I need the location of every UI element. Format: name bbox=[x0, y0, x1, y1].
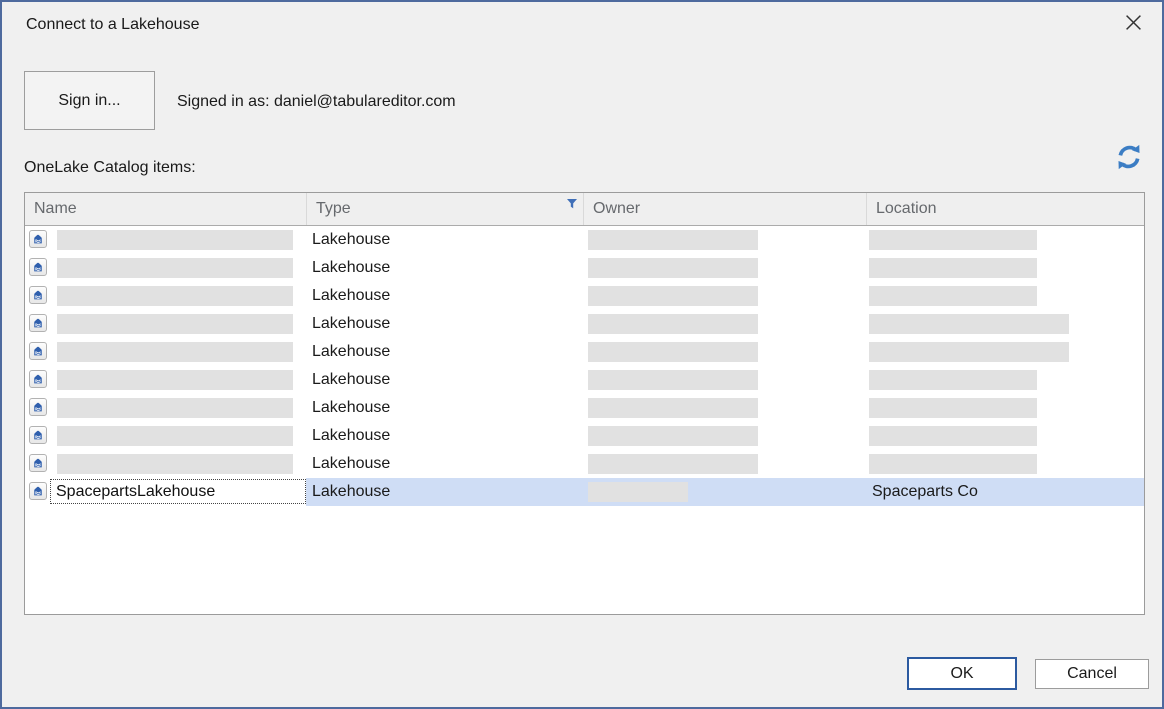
type-cell-text: Lakehouse bbox=[312, 226, 390, 254]
type-cell-text: Lakehouse bbox=[312, 310, 390, 338]
column-header-owner[interactable]: Owner bbox=[583, 193, 866, 225]
table-row[interactable]: Lakehouse bbox=[25, 226, 1144, 254]
column-header-type[interactable]: Type bbox=[306, 193, 583, 225]
redacted-location-bar bbox=[869, 398, 1037, 418]
redacted-owner-bar bbox=[588, 314, 758, 334]
connect-lakehouse-dialog: Connect to a Lakehouse Sign in... Signed… bbox=[0, 0, 1164, 709]
redacted-location-bar bbox=[869, 342, 1069, 362]
catalog-items-label: OneLake Catalog items: bbox=[24, 159, 196, 177]
redacted-owner-bar bbox=[588, 286, 758, 306]
ok-button[interactable]: OK bbox=[907, 657, 1017, 690]
type-cell-text: Lakehouse bbox=[312, 450, 390, 478]
refresh-icon bbox=[1115, 143, 1143, 176]
lakehouse-icon bbox=[29, 314, 47, 332]
sign-in-label: Sign in... bbox=[58, 92, 120, 110]
signed-in-status: Signed in as: daniel@tabulareditor.com bbox=[177, 93, 456, 111]
selected-name-cell[interactable]: SpacepartsLakehouse bbox=[50, 479, 306, 504]
redacted-location-bar bbox=[869, 286, 1037, 306]
redacted-location-bar bbox=[869, 258, 1037, 278]
table-row[interactable]: Lakehouse bbox=[25, 366, 1144, 394]
redacted-owner-bar bbox=[588, 342, 758, 362]
type-cell-text: Lakehouse bbox=[312, 254, 390, 282]
close-icon bbox=[1125, 14, 1142, 36]
table-row[interactable]: Lakehouse bbox=[25, 282, 1144, 310]
redacted-name-bar bbox=[57, 370, 293, 390]
redacted-name-bar bbox=[57, 286, 293, 306]
location-cell-text: Spaceparts Co bbox=[872, 478, 978, 506]
type-cell-text: Lakehouse bbox=[312, 366, 390, 394]
lakehouse-icon bbox=[29, 426, 47, 444]
redacted-name-bar bbox=[57, 454, 293, 474]
type-cell-text: Lakehouse bbox=[312, 394, 390, 422]
lakehouse-icon bbox=[29, 398, 47, 416]
redacted-location-bar bbox=[869, 454, 1037, 474]
type-cell-text: Lakehouse bbox=[312, 422, 390, 450]
column-header-location[interactable]: Location bbox=[866, 193, 1144, 225]
redacted-owner-bar bbox=[588, 482, 688, 502]
redacted-name-bar bbox=[57, 426, 293, 446]
table-row[interactable]: Lakehouse bbox=[25, 450, 1144, 478]
table-row[interactable]: Lakehouse bbox=[25, 338, 1144, 366]
cancel-label: Cancel bbox=[1067, 665, 1117, 683]
redacted-owner-bar bbox=[588, 258, 758, 278]
refresh-button[interactable] bbox=[1113, 143, 1145, 175]
redacted-name-bar bbox=[57, 314, 293, 334]
type-cell-text: Lakehouse bbox=[312, 338, 390, 366]
redacted-name-bar bbox=[57, 230, 293, 250]
column-header-name[interactable]: Name bbox=[25, 193, 306, 225]
table-row[interactable]: Lakehouse bbox=[25, 254, 1144, 282]
redacted-owner-bar bbox=[588, 398, 758, 418]
table-row[interactable]: Lakehouse bbox=[25, 422, 1144, 450]
redacted-name-bar bbox=[57, 398, 293, 418]
redacted-location-bar bbox=[869, 314, 1069, 334]
table-body: LakehouseLakehouseLakehouseLakehouseLake… bbox=[25, 226, 1144, 506]
filter-funnel-icon[interactable] bbox=[566, 197, 578, 209]
redacted-location-bar bbox=[869, 230, 1037, 250]
redacted-location-bar bbox=[869, 370, 1037, 390]
redacted-owner-bar bbox=[588, 454, 758, 474]
redacted-name-bar bbox=[57, 342, 293, 362]
lakehouse-icon bbox=[29, 342, 47, 360]
close-button[interactable] bbox=[1116, 10, 1150, 40]
table-row[interactable]: Lakehouse bbox=[25, 310, 1144, 338]
cancel-button[interactable]: Cancel bbox=[1035, 659, 1149, 689]
onelake-items-table: Name Type Owner Location LakehouseLakeho… bbox=[24, 192, 1145, 615]
redacted-name-bar bbox=[57, 258, 293, 278]
ok-label: OK bbox=[950, 665, 973, 683]
type-cell-text: Lakehouse bbox=[312, 282, 390, 310]
lakehouse-icon bbox=[29, 230, 47, 248]
redacted-owner-bar bbox=[588, 426, 758, 446]
lakehouse-icon bbox=[29, 370, 47, 388]
lakehouse-icon bbox=[29, 258, 47, 276]
lakehouse-icon bbox=[29, 286, 47, 304]
lakehouse-icon bbox=[29, 482, 47, 500]
dialog-title: Connect to a Lakehouse bbox=[26, 16, 199, 34]
table-row[interactable]: Lakehouse bbox=[25, 394, 1144, 422]
lakehouse-icon bbox=[29, 454, 47, 472]
redacted-owner-bar bbox=[588, 230, 758, 250]
table-header: Name Type Owner Location bbox=[25, 193, 1144, 226]
redacted-owner-bar bbox=[588, 370, 758, 390]
table-row[interactable]: SpacepartsLakehouseLakehouse Spaceparts C… bbox=[25, 478, 1144, 506]
type-cell-text: Lakehouse bbox=[312, 478, 390, 506]
redacted-location-bar bbox=[869, 426, 1037, 446]
sign-in-button[interactable]: Sign in... bbox=[24, 71, 155, 130]
